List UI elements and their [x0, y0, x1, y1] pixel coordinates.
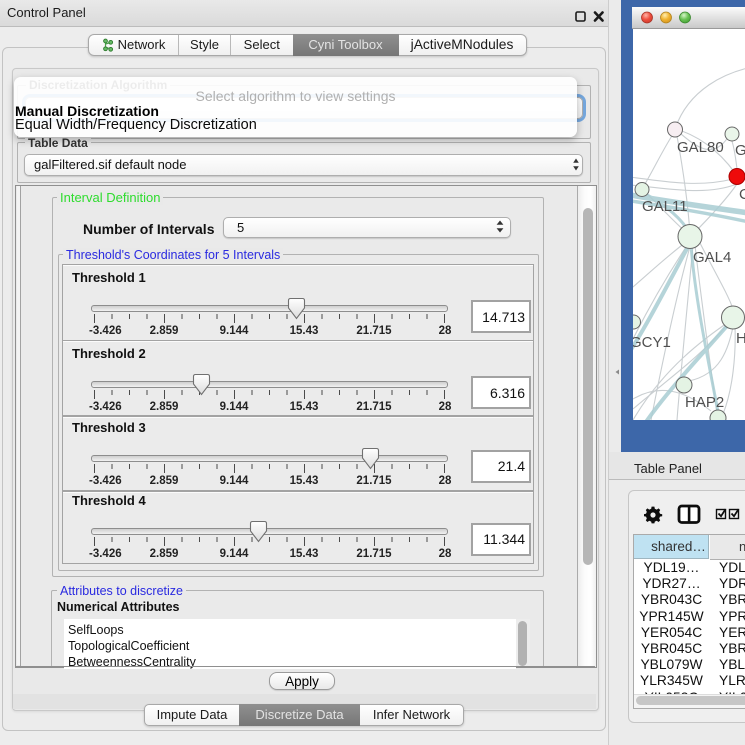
svg-text:HIS4: HIS4 — [736, 330, 745, 347]
svg-text:CDC19: CDC19 — [739, 186, 745, 203]
svg-text:GCY1: GCY1 — [633, 334, 671, 351]
svg-text:GAL4: GAL4 — [693, 249, 731, 266]
svg-text:HAP2: HAP2 — [685, 394, 724, 411]
svg-text:GAL11: GAL11 — [642, 198, 688, 215]
svg-text:GAL80: GAL80 — [677, 139, 724, 156]
svg-text:GAL1: GAL1 — [735, 142, 745, 159]
